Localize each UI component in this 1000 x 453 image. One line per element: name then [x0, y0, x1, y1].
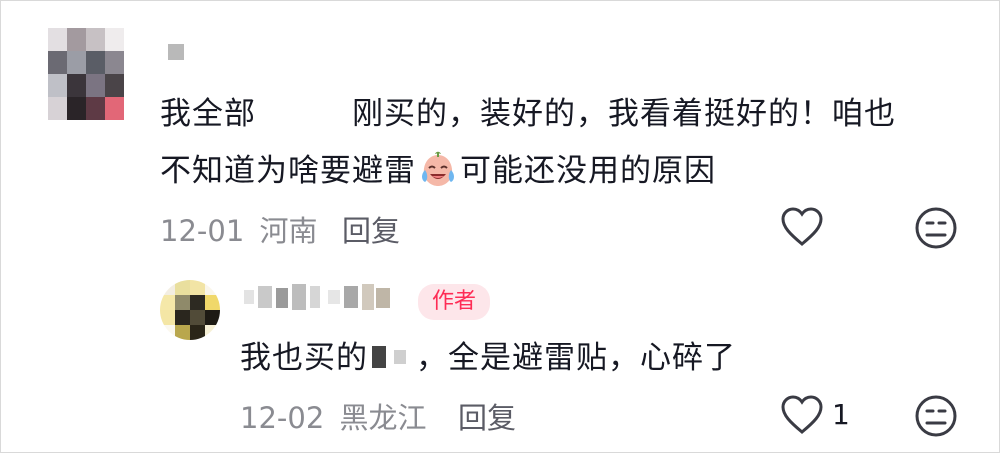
comment-author-name[interactable]	[168, 44, 188, 64]
reply-text-b: ，全是避雷贴，心碎了	[416, 340, 736, 376]
frame-border	[0, 0, 1000, 453]
comment-date: 12-01 河南	[160, 208, 318, 250]
dislike-face-icon[interactable]	[914, 206, 958, 250]
reply-text-a: 我也买的	[240, 340, 368, 376]
reply-avatar[interactable]	[160, 280, 220, 340]
heart-icon[interactable]	[780, 206, 824, 248]
reply-date: 12-02 黑龙江	[240, 395, 427, 437]
comment-text-part2: 刚买的，装好的，我看着挺好的！咱也	[352, 96, 896, 132]
reply-text: 我也买的 ，全是避雷贴，心碎了	[240, 332, 736, 384]
reply-author-name[interactable]	[244, 284, 394, 312]
comment-date-text: 12-01	[160, 214, 245, 248]
reply-date-text: 12-02	[240, 401, 325, 435]
avatar[interactable]	[48, 28, 124, 120]
comment-text-line2-b: 可能还没用的原因	[460, 153, 716, 189]
reply-reply-button[interactable]: 回复	[458, 395, 516, 437]
crying-laughing-emoji-icon	[422, 151, 454, 186]
reply-button[interactable]: 回复	[342, 208, 400, 250]
comment-text-line2-a: 不知道为啥要避雷	[160, 153, 416, 189]
reply-heart-icon[interactable]	[780, 394, 824, 436]
comment-location-text: 河南	[259, 214, 318, 248]
reply-location-text: 黑龙江	[339, 401, 427, 435]
redacted-product	[368, 344, 416, 370]
author-badge: 作者	[418, 284, 491, 320]
comment-text-part1: 我全部	[160, 96, 256, 132]
reply-dislike-face-icon[interactable]	[914, 394, 958, 438]
comment-text-line2: 不知道为啥要避雷 可能还没用的原因	[160, 145, 716, 197]
like-count: 1	[832, 398, 850, 431]
comment-text: 我全部 刚买的，装好的，我看着挺好的！咱也	[160, 88, 896, 140]
